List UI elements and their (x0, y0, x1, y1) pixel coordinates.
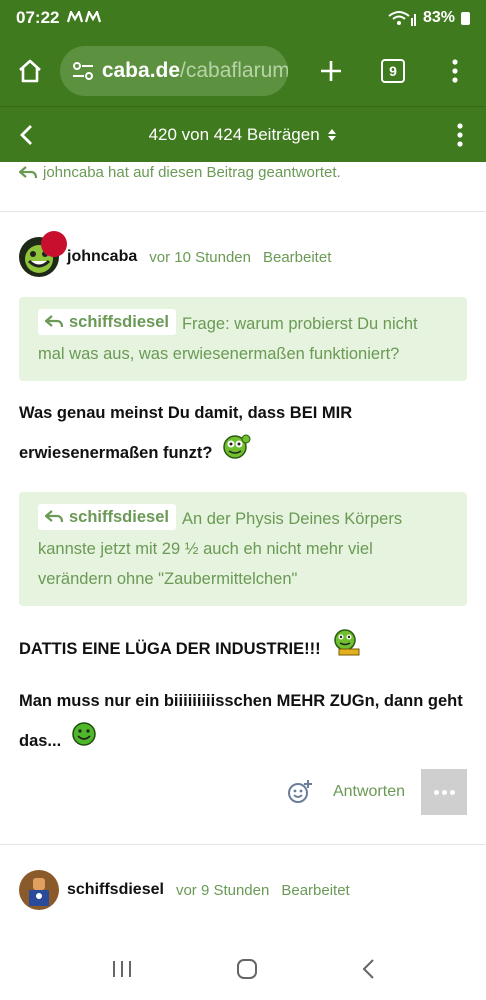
battery-icon (461, 11, 470, 25)
post-counter-label: 420 von 424 Beiträgen (148, 124, 320, 144)
tabs-button[interactable]: 9 (362, 46, 424, 96)
reply-button[interactable]: Antworten (333, 783, 405, 801)
reply-arrow-icon (19, 165, 37, 178)
tabs-icon: 9 (381, 59, 405, 83)
wifi-icon (388, 11, 416, 26)
post-counter[interactable]: 420 von 424 Beiträgen (52, 125, 434, 145)
nav-back-icon (362, 958, 374, 979)
divider (0, 844, 486, 845)
add-reaction-button[interactable] (287, 779, 313, 805)
post-time[interactable]: vor 10 Stunden (149, 249, 251, 266)
post-text-line: DATTIS EINE LÜGA DER INDUSTRIE!!! (19, 639, 321, 658)
notification-icons (67, 8, 102, 26)
edited-label[interactable]: Bearbeitet (281, 882, 349, 899)
post-text: Was genau meinst Du damit, dass BEI MIR … (19, 394, 479, 474)
reply-arrow-icon (45, 315, 63, 328)
post-text: DATTIS EINE LÜGA DER INDUSTRIE!!! (19, 627, 479, 672)
clock: 07:22 (16, 8, 60, 27)
post-author[interactable]: schiffsdiesel (67, 881, 164, 899)
sort-arrows-icon (328, 129, 337, 142)
back-button[interactable] (0, 124, 52, 146)
post-text: Man muss nur ein biiiiiiiiisschen MEHR Z… (19, 682, 479, 762)
post-stream: johncaba hat auf diesen Beitrag geantwor… (0, 162, 486, 942)
url-path: /cabaflarum. (180, 59, 288, 82)
status-bar: 07:22 83% (0, 0, 486, 36)
user-badge (41, 231, 67, 257)
avatar-image (19, 870, 59, 910)
replied-notice-text: johncaba hat auf diesen Beitrag geantwor… (43, 164, 341, 181)
system-navigation-bar (0, 942, 486, 1000)
avatar[interactable] (19, 231, 67, 277)
quote-author-chip[interactable]: schiffsdiesel (38, 309, 176, 335)
post-more-button[interactable] (421, 769, 467, 815)
nav-back-button[interactable] (361, 958, 375, 985)
recent-apps-button[interactable] (111, 959, 133, 984)
post-header: johncaba vor 10 Stunden Bearbeitet (19, 231, 331, 277)
plus-icon (321, 61, 341, 81)
post-time[interactable]: vor 9 Stunden (176, 882, 269, 899)
post-header: schiffsdiesel vor 9 Stunden Bearbeitet (19, 870, 350, 910)
post-text-line: das... (19, 731, 62, 750)
replied-notice[interactable]: johncaba hat auf diesen Beitrag geantwor… (19, 164, 341, 181)
divider (0, 211, 486, 212)
browser-toolbar: caba.de/cabaflarum. 9 (0, 36, 486, 106)
smiley-icon (222, 433, 252, 474)
url-domain: caba.de (101, 59, 181, 82)
recent-apps-icon (113, 960, 132, 977)
address-bar[interactable]: caba.de/cabaflarum. (59, 46, 288, 96)
menu-dots-icon (457, 122, 463, 147)
post-text-line: Man muss nur ein biiiiiiiiisschen MEHR Z… (19, 692, 463, 710)
menu-dots-icon (452, 59, 458, 83)
thread-navigation-bar: 420 von 424 Beiträgen (0, 106, 486, 162)
home-circle-icon (236, 958, 257, 979)
post-author[interactable]: johncaba (67, 248, 137, 266)
post-text-line: erwiesenermaßen funzt? (19, 443, 213, 462)
reply-arrow-icon (45, 510, 63, 523)
post-text-line: Was genau meinst Du damit, dass BEI MIR (19, 404, 353, 422)
quote-block: schiffsdiesel Frage: warum probierst Du … (19, 297, 467, 381)
smiley-icon (331, 627, 361, 672)
quote-author: schiffsdiesel (69, 508, 169, 526)
add-reaction-icon (287, 780, 312, 803)
tune-icon (72, 62, 93, 80)
thread-menu-button[interactable] (434, 122, 486, 147)
home-icon (19, 59, 41, 83)
quote-author: schiffsdiesel (69, 313, 169, 331)
avatar[interactable] (19, 870, 59, 910)
quote-author-chip[interactable]: schiffsdiesel (38, 504, 176, 530)
post-actions: Antworten (287, 769, 467, 815)
new-tab-button[interactable] (300, 46, 362, 96)
quote-block: schiffsdiesel An der Physis Deines Körpe… (19, 492, 467, 606)
back-chevron-icon (20, 124, 32, 145)
browser-menu-button[interactable] (424, 46, 486, 96)
edited-label[interactable]: Bearbeitet (263, 249, 331, 266)
home-nav-button[interactable] (236, 958, 258, 985)
battery-level: 83% (422, 9, 455, 26)
smiley-icon (71, 721, 97, 762)
home-button[interactable] (0, 58, 60, 84)
